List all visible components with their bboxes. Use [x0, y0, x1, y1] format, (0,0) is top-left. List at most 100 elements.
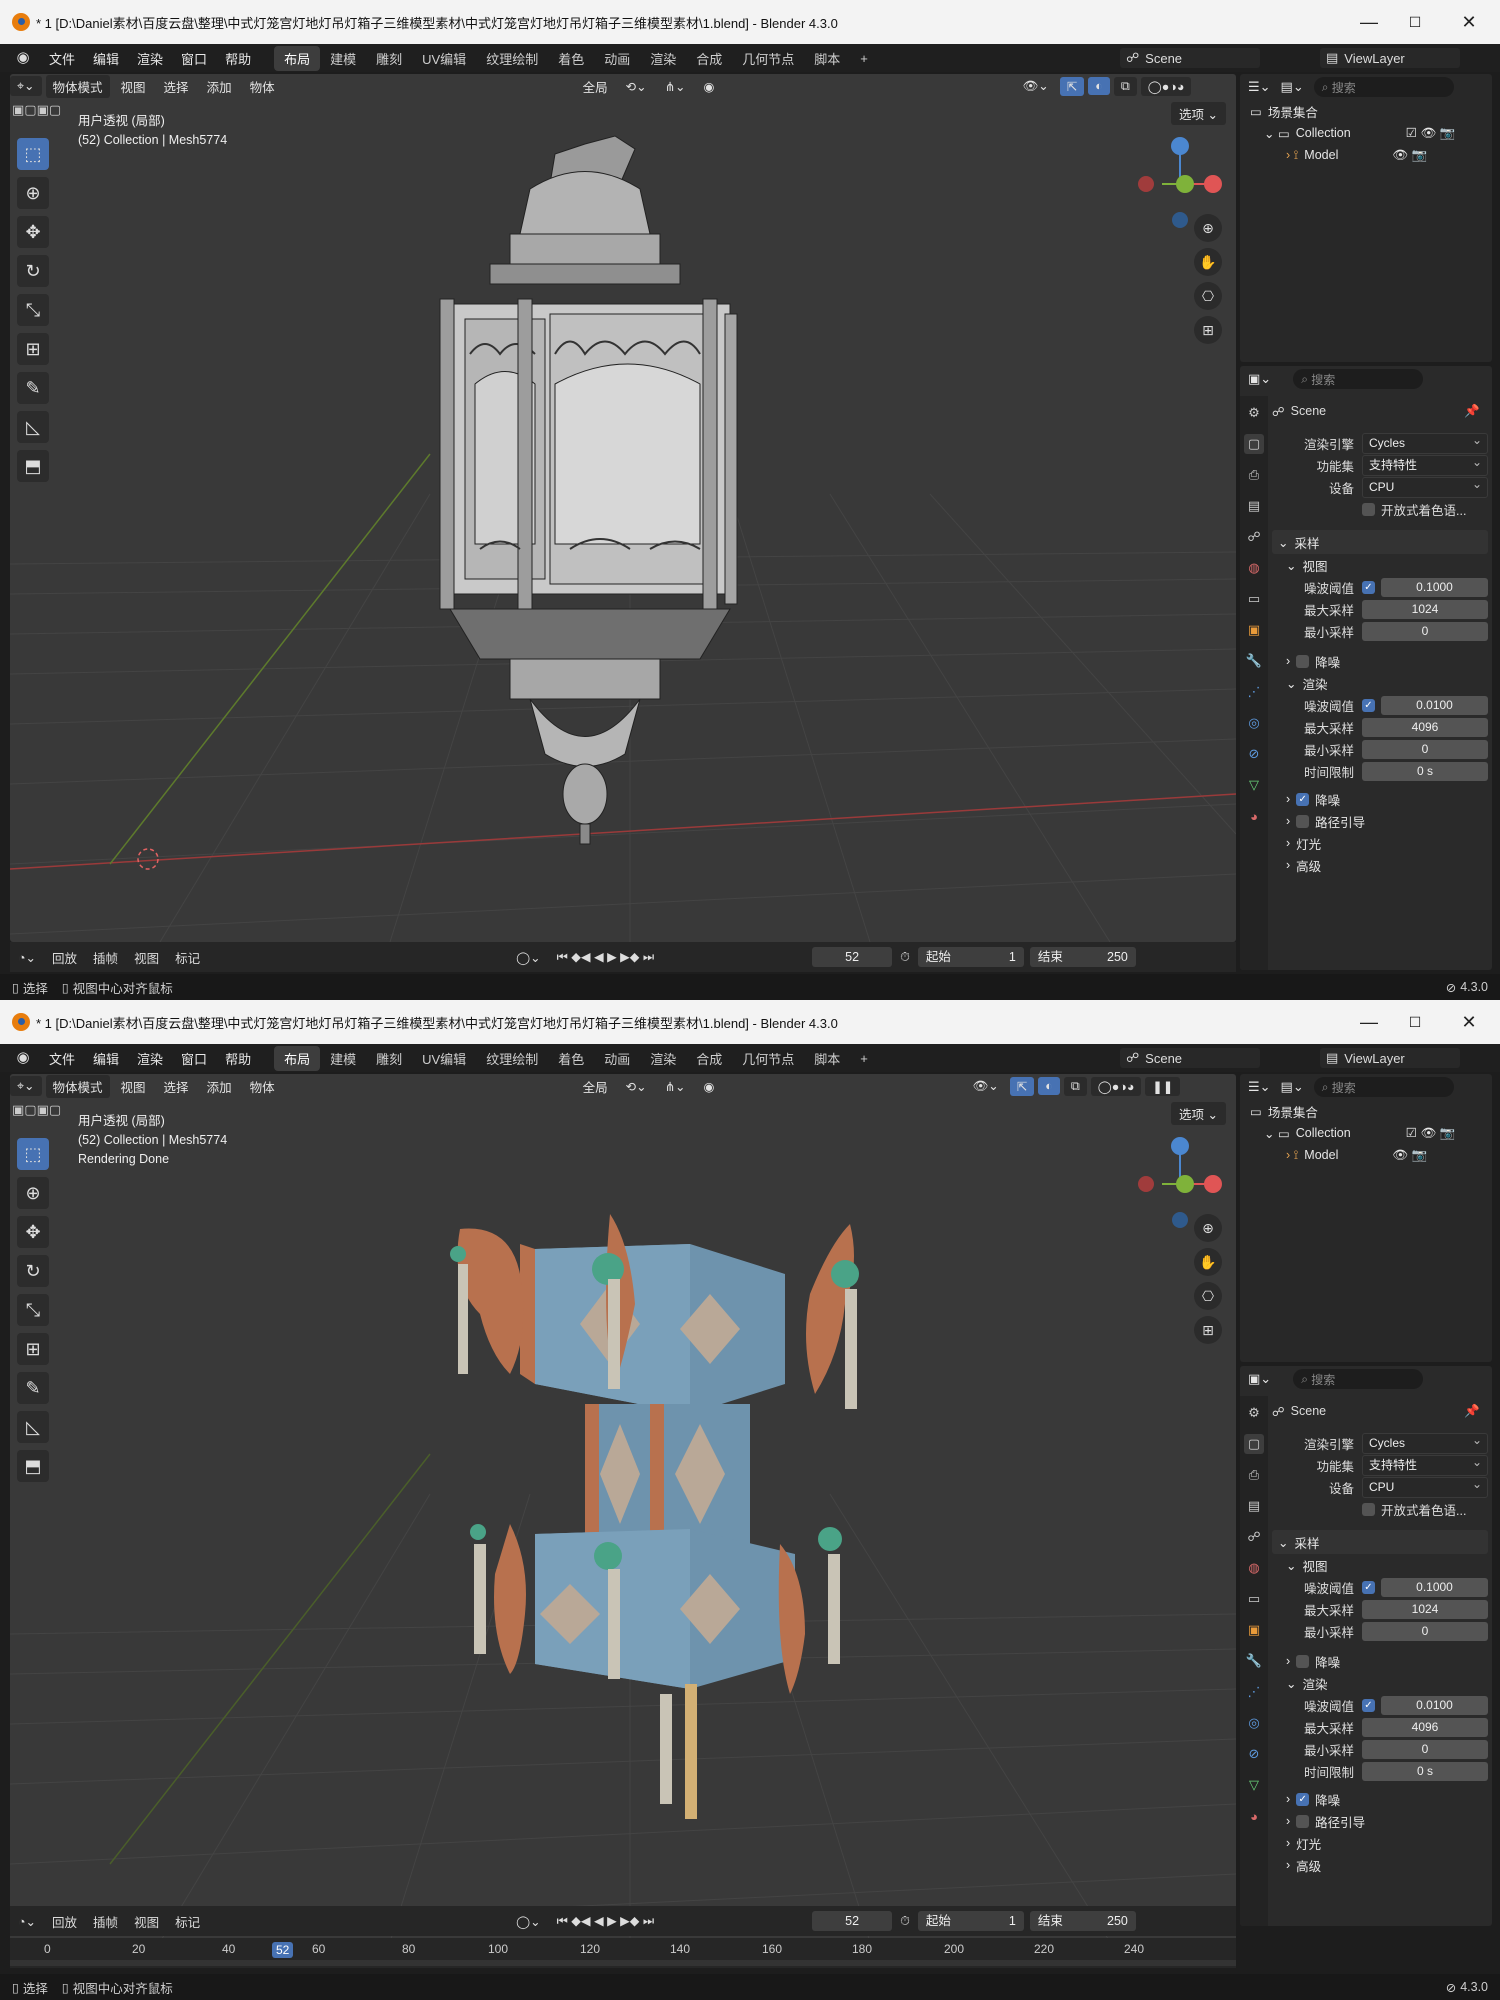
- object-tab-icon[interactable]: ▣: [1244, 620, 1264, 640]
- end-frame-field[interactable]: 结束 250: [1029, 947, 1136, 967]
- timeline-view[interactable]: 视图: [126, 1912, 167, 1931]
- timeline-scrollbar[interactable]: [10, 1960, 1236, 1966]
- eye-icon[interactable]: 👁 📷: [1392, 148, 1427, 163]
- outliner-filter-icon[interactable]: ▤⌄: [1281, 1079, 1304, 1095]
- render-min-samples-field[interactable]: 0: [1362, 739, 1488, 759]
- outliner-collection[interactable]: ⌄ ▭ Collection ☑ 👁 📷: [1240, 1122, 1492, 1144]
- tab-texture-paint[interactable]: 纹理绘制: [476, 46, 548, 71]
- select-mode-icons[interactable]: ▣▢▣▢: [12, 102, 61, 118]
- add-cube-tool-icon[interactable]: ⬒: [17, 1450, 49, 1482]
- editor-type-icon[interactable]: ⌖⌄: [10, 1076, 42, 1096]
- ruler-current-frame[interactable]: 52: [272, 1942, 294, 1958]
- data-tab-icon[interactable]: ▽: [1244, 775, 1264, 795]
- tab-shading[interactable]: 着色: [548, 1046, 594, 1071]
- sampling-panel-header[interactable]: ⌄ 采样: [1272, 530, 1488, 554]
- menu-edit[interactable]: 编辑: [84, 1049, 128, 1068]
- scene-selector[interactable]: ☍ Scene: [1120, 1048, 1260, 1068]
- constraints-tab-icon[interactable]: ⊘: [1244, 744, 1264, 764]
- properties-editor-icon[interactable]: ▣⌄: [1248, 1371, 1271, 1387]
- render-max-samples-field[interactable]: 4096: [1362, 717, 1488, 737]
- device-dropdown[interactable]: CPU: [1362, 475, 1488, 498]
- lights-row[interactable]: › 灯光: [1272, 1832, 1488, 1854]
- menu-window[interactable]: 窗口: [172, 49, 216, 68]
- start-frame-field[interactable]: 起始 1: [917, 1911, 1024, 1931]
- viewport-menu-view[interactable]: 视图: [114, 1075, 153, 1098]
- output-tab-icon[interactable]: ⎙: [1244, 465, 1264, 485]
- move-tool-icon[interactable]: ✥: [17, 216, 49, 248]
- 3d-viewport-rendered[interactable]: ⌖⌄ 物体模式 视图 选择 添加 物体 全局 ⟲⌄ ⋔⌄ ◉ 👁⌄ ⇱ ◐ ⧉ …: [10, 1074, 1236, 1942]
- material-tab-icon[interactable]: ◕: [1244, 1806, 1264, 1826]
- timeline-playback[interactable]: 回放: [44, 948, 85, 967]
- playback-controls-icon[interactable]: ⏮ ◆◀ ◀ ▶ ▶◆ ⏭: [549, 949, 663, 965]
- viewport-max-samples-field[interactable]: 1024: [1362, 599, 1488, 619]
- cursor-tool-icon[interactable]: ⊕: [17, 1177, 49, 1209]
- current-frame-field[interactable]: 52: [812, 1911, 893, 1931]
- tab-uv-editing[interactable]: UV编辑: [412, 46, 476, 71]
- outliner-model[interactable]: › ⟟ Model 👁 📷: [1240, 144, 1492, 166]
- device-dropdown[interactable]: CPU: [1362, 1475, 1488, 1498]
- tab-animation[interactable]: 动画: [594, 46, 640, 71]
- viewport-menu-add[interactable]: 添加: [200, 75, 239, 98]
- feature-set-dropdown[interactable]: 支持特性: [1362, 453, 1488, 476]
- maximize-button[interactable]: ☐: [1386, 1000, 1444, 1044]
- sampling-viewport-subpanel[interactable]: ⌄ 视图: [1272, 554, 1488, 576]
- properties-search-input[interactable]: ⌕ 搜索: [1293, 369, 1424, 389]
- tab-uv-editing[interactable]: UV编辑: [412, 1046, 476, 1071]
- end-frame-field[interactable]: 结束 250: [1029, 1911, 1136, 1931]
- viewport-noise-checkbox[interactable]: ✓: [1362, 580, 1375, 594]
- tab-layout[interactable]: 布局: [274, 1045, 321, 1071]
- tab-compositing[interactable]: 合成: [686, 46, 732, 71]
- menu-file[interactable]: 文件: [40, 1049, 84, 1068]
- scene-tab-icon[interactable]: ☍: [1244, 1527, 1264, 1547]
- menu-help[interactable]: 帮助: [216, 49, 260, 68]
- select-mode-icons[interactable]: ▣▢▣▢: [12, 1102, 61, 1118]
- add-workspace-icon[interactable]: +: [850, 1048, 878, 1069]
- viewport-menu-view[interactable]: 视图: [114, 75, 153, 98]
- outliner-collection[interactable]: ⌄ ▭ Collection ☑ 👁 📷: [1240, 122, 1492, 144]
- menu-edit[interactable]: 编辑: [84, 49, 128, 68]
- path-guiding-row[interactable]: › 路径引导: [1272, 810, 1488, 832]
- collection-tab-icon[interactable]: ▭: [1244, 589, 1264, 609]
- render-min-samples-field[interactable]: 0: [1362, 1739, 1488, 1759]
- editor-type-icon[interactable]: ⌖⌄: [10, 76, 42, 96]
- visibility-icon[interactable]: 👁⌄: [1015, 76, 1055, 96]
- timeline-marker[interactable]: 标记: [167, 1912, 208, 1931]
- collection-tab-icon[interactable]: ▭: [1244, 1589, 1264, 1609]
- pivot-icon[interactable]: ⟲⌄: [619, 1077, 654, 1096]
- menu-render[interactable]: 渲染: [128, 49, 172, 68]
- pause-render-icon[interactable]: ❚❚: [1145, 1076, 1181, 1096]
- tab-modeling[interactable]: 建模: [320, 46, 366, 71]
- select-box-tool-icon[interactable]: ⬚: [17, 138, 49, 170]
- render-noise-field[interactable]: 0.0100: [1381, 695, 1488, 715]
- menu-render[interactable]: 渲染: [128, 1049, 172, 1068]
- zoom-icon[interactable]: ⊕: [1194, 1214, 1222, 1242]
- osl-checkbox[interactable]: [1362, 1502, 1375, 1516]
- close-button[interactable]: ✕: [1440, 0, 1498, 44]
- close-button[interactable]: ✕: [1440, 1000, 1498, 1044]
- pan-hand-icon[interactable]: ✋: [1194, 248, 1222, 276]
- menu-file[interactable]: 文件: [40, 49, 84, 68]
- output-tab-icon[interactable]: ⎙: [1244, 1465, 1264, 1485]
- options-dropdown[interactable]: 选项 ⌄: [1171, 102, 1226, 125]
- overlay-toggle-icon[interactable]: ◐: [1038, 1077, 1060, 1095]
- camera-view-icon[interactable]: ⎔: [1194, 282, 1222, 310]
- time-limit-field[interactable]: 0 s: [1362, 1761, 1488, 1781]
- viewport-min-samples-field[interactable]: 0: [1362, 1621, 1488, 1641]
- pivot-icon[interactable]: ⟲⌄: [619, 77, 654, 96]
- outliner-search-input[interactable]: ⌕ 搜索: [1313, 77, 1454, 97]
- tab-layout[interactable]: 布局: [274, 45, 321, 71]
- modifier-tab-icon[interactable]: 🔧: [1244, 1651, 1264, 1671]
- sampling-viewport-subpanel[interactable]: ⌄ 视图: [1272, 1554, 1488, 1576]
- sampling-panel-header[interactable]: ⌄ 采样: [1272, 1530, 1488, 1554]
- blender-menu-icon[interactable]: ◉: [12, 1049, 34, 1067]
- render-engine-dropdown[interactable]: Cycles: [1362, 431, 1488, 454]
- viewport-denoise-row[interactable]: › 降噪: [1272, 1650, 1488, 1672]
- tab-rendering[interactable]: 渲染: [640, 46, 686, 71]
- viewport-menu-select[interactable]: 选择: [157, 75, 196, 98]
- checkbox-icon[interactable]: ☑ 👁 📷: [1406, 125, 1456, 141]
- rotate-tool-icon[interactable]: ↻: [17, 255, 49, 287]
- viewport-noise-checkbox[interactable]: ✓: [1362, 1580, 1375, 1594]
- transform-orientation[interactable]: 全局: [576, 1075, 615, 1098]
- tab-sculpting[interactable]: 雕刻: [366, 46, 412, 71]
- options-dropdown[interactable]: 选项 ⌄: [1171, 1102, 1226, 1125]
